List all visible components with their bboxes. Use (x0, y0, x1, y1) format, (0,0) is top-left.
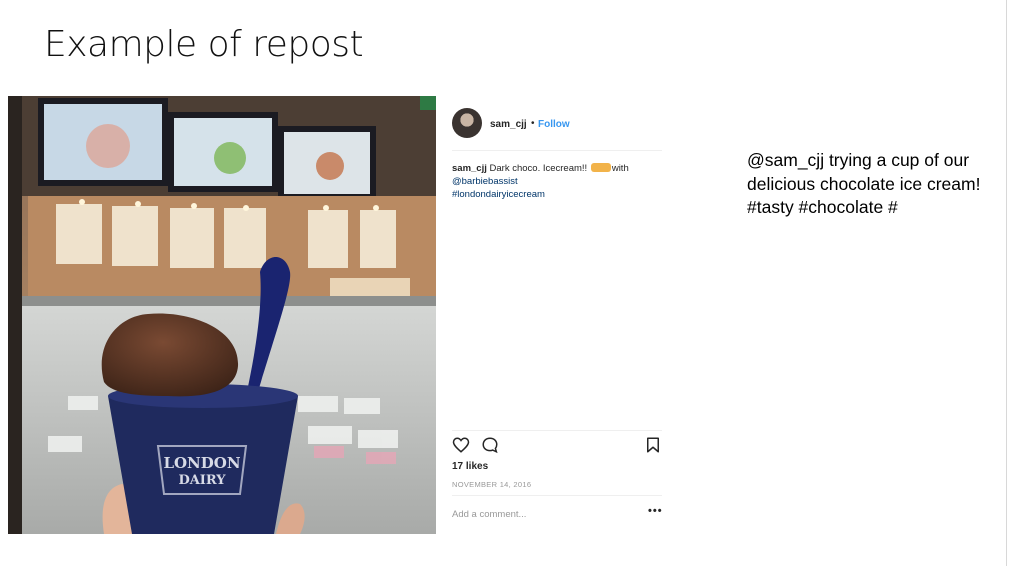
avatar[interactable] (452, 108, 482, 138)
post-caption: sam_cjj Dark choco. Icecream!! with @bar… (452, 162, 662, 201)
bookmark-icon[interactable] (644, 436, 662, 454)
caption-hashtag-link[interactable]: #londondairyicecream (452, 189, 545, 200)
slide-title: Example of repost (44, 24, 364, 65)
more-icon[interactable]: ••• (648, 505, 663, 517)
comment-icon[interactable] (481, 436, 499, 454)
post-date: NOVEMBER 14, 2016 (452, 480, 532, 489)
actions-divider (452, 430, 662, 431)
heart-icon[interactable] (452, 436, 470, 454)
comment-input[interactable] (452, 506, 632, 522)
caption-mention-link[interactable]: @barbiebassist (452, 176, 518, 187)
cup-brand-line2: DAIRY (178, 473, 226, 488)
caption-username[interactable]: sam_cjj (452, 163, 487, 174)
cup-brand-line1: LONDON (163, 454, 240, 472)
emoji-icon (590, 163, 611, 172)
slide-edge-divider (1006, 0, 1007, 566)
repost-caption-text: @sam_cjj trying a cup of our delicious c… (747, 150, 981, 217)
comment-divider (452, 495, 662, 496)
follow-button[interactable]: Follow (538, 119, 570, 130)
caption-text-after: with (611, 163, 629, 174)
post-photo: LONDON DAIRY (8, 96, 436, 534)
header-divider (452, 150, 662, 151)
likes-count[interactable]: 17 likes (452, 461, 488, 472)
header-separator-dot: • (531, 118, 535, 129)
header-username[interactable]: sam_cjj (490, 119, 527, 130)
caption-text: Dark choco. Icecream!! (489, 163, 588, 174)
post-panel: sam_cjj • Follow sam_cjj Dark choco. Ice… (452, 100, 662, 530)
